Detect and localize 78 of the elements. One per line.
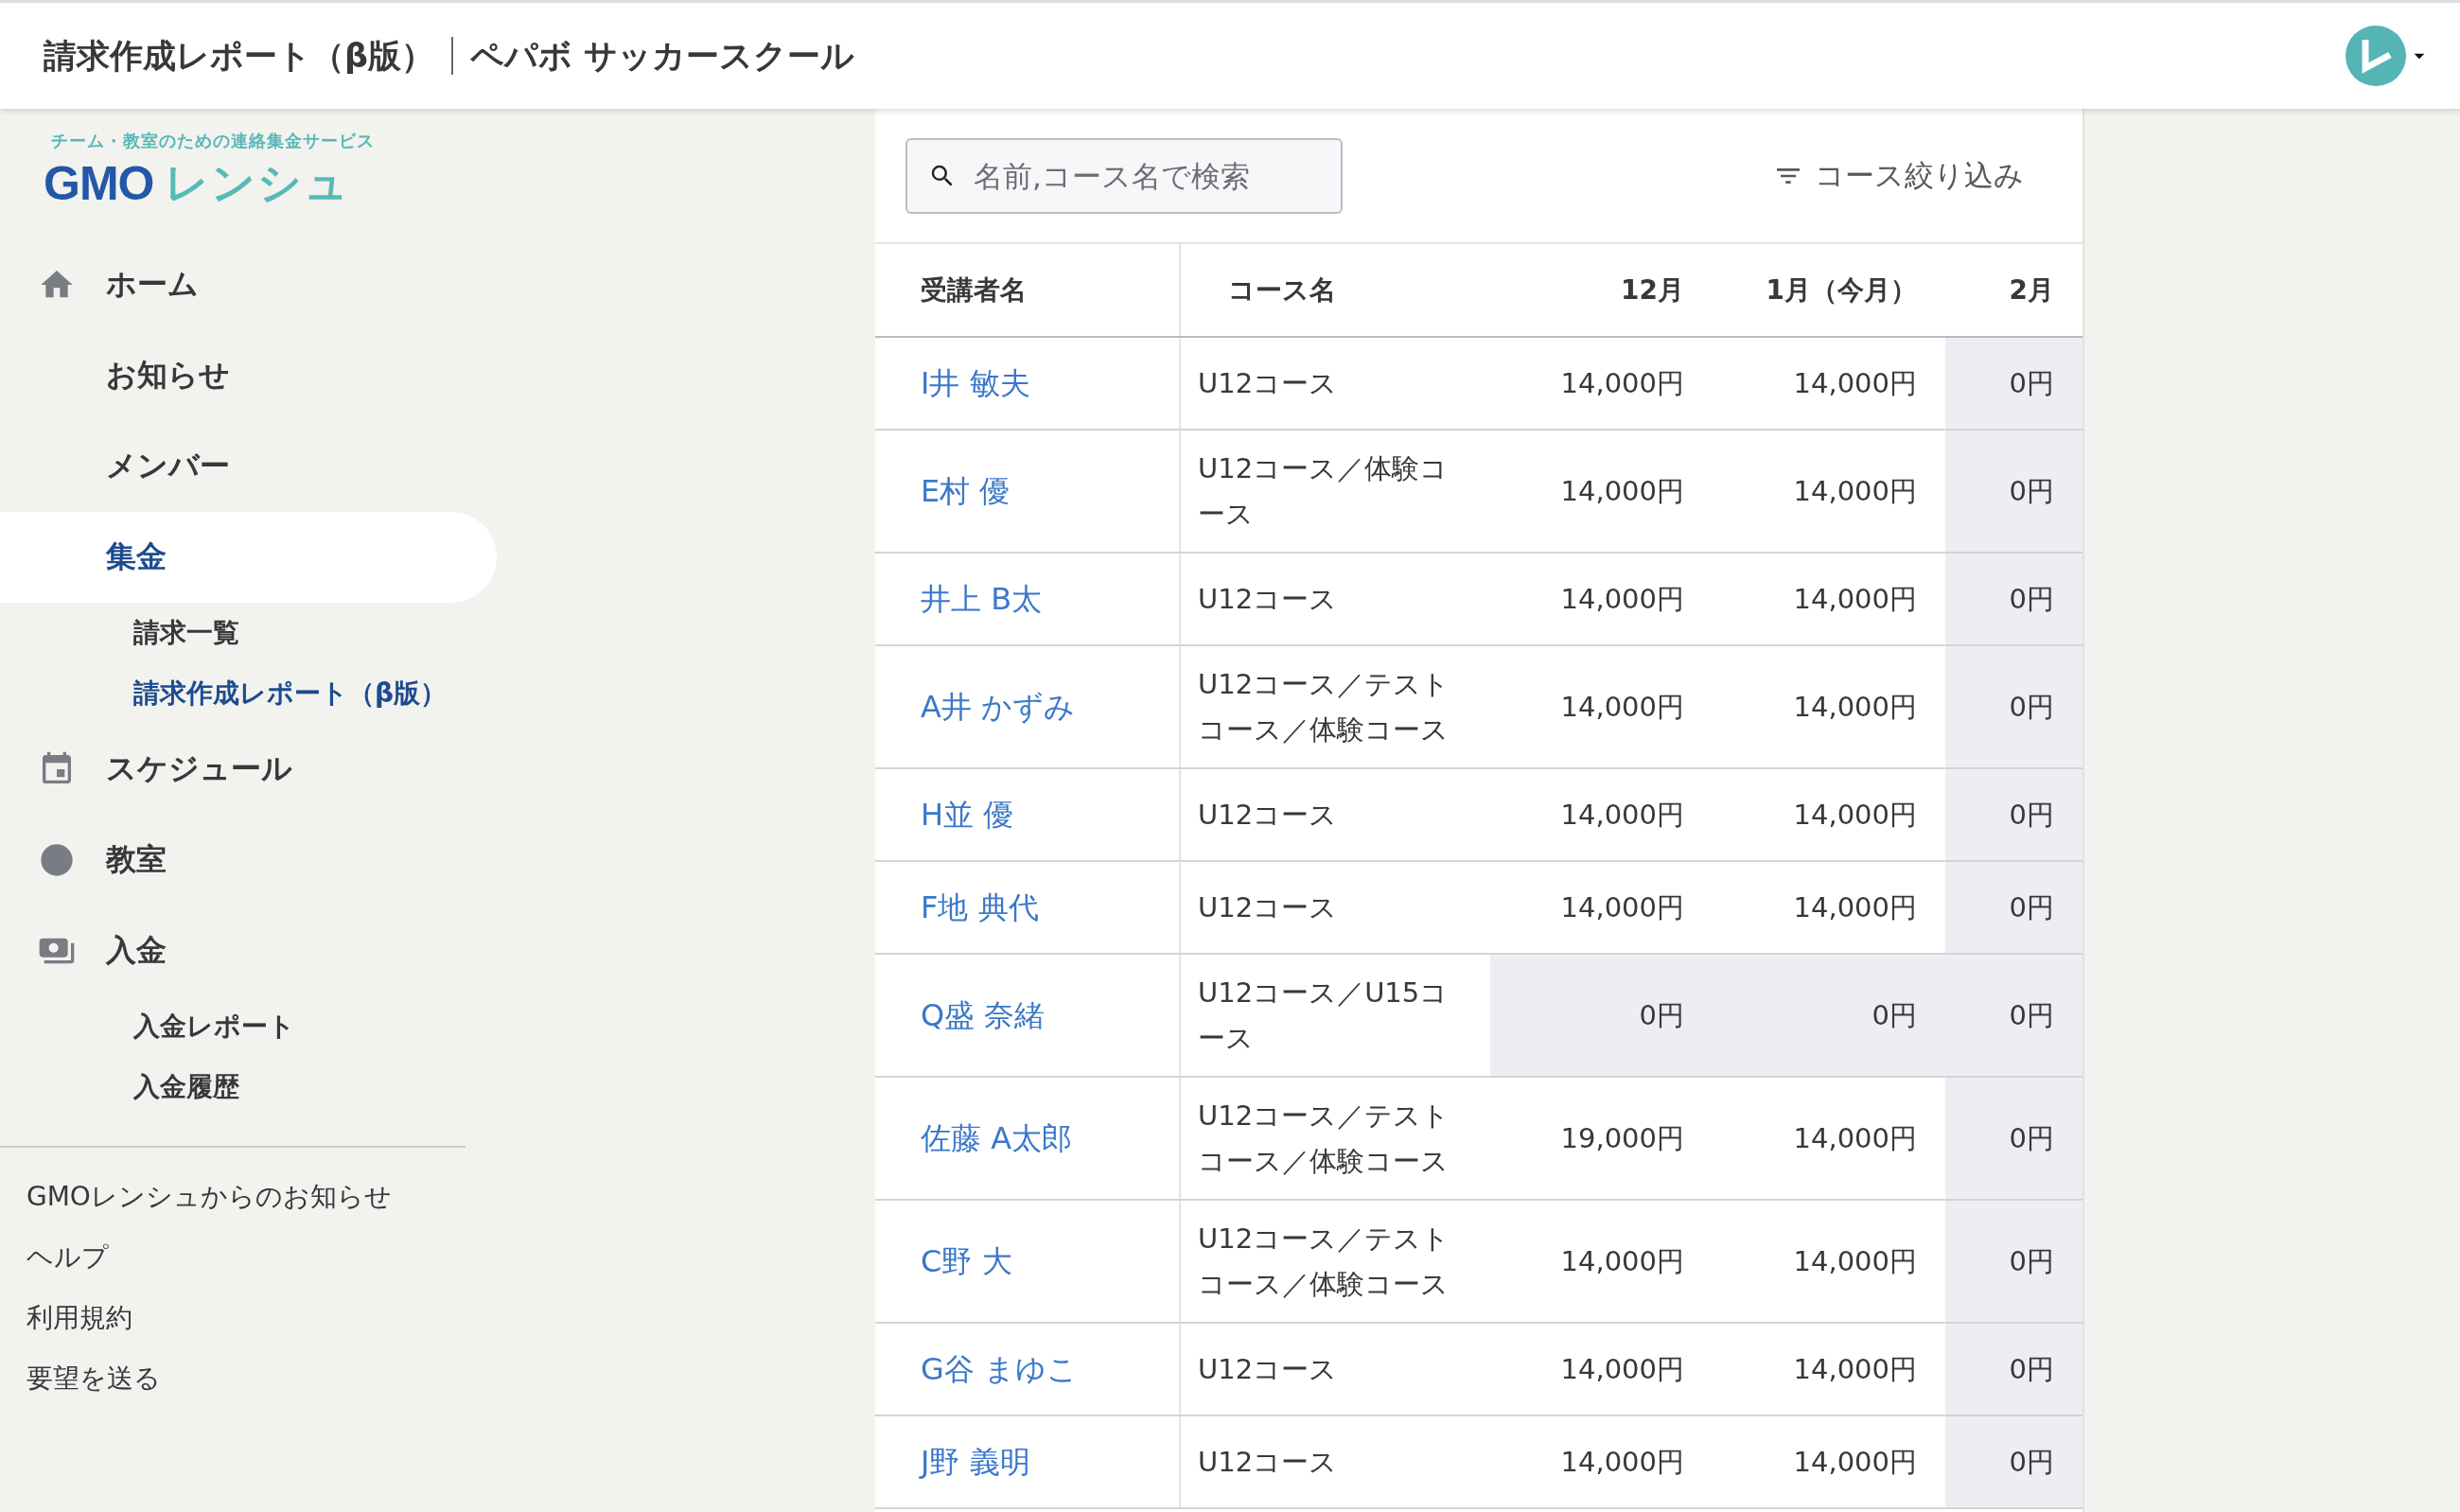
student-name-link[interactable]: C野 大 <box>921 1242 1012 1279</box>
amount-cell: 14,000円 <box>1490 430 1713 553</box>
page-title: 請求作成レポート（β版） <box>44 35 435 77</box>
amount-cell: 14,000円 <box>1713 553 1945 645</box>
nav-item[interactable]: メンバー <box>0 421 497 512</box>
search-field[interactable]: 名前,コース名で検索 <box>905 137 1343 214</box>
amount-cell: 19,000円 <box>1490 1077 1713 1200</box>
course-cell: U12コース <box>1180 768 1490 861</box>
student-name-link[interactable]: A井 かずみ <box>921 688 1076 725</box>
nav-subitem[interactable]: 入金履歴 <box>0 1057 875 1117</box>
nav-subitem[interactable]: 請求作成レポート（β版） <box>0 663 875 724</box>
logo-brand: GMO <box>44 156 154 211</box>
amount-cell: 14,000円 <box>1490 645 1713 768</box>
student-name-link[interactable]: 井上 B太 <box>921 580 1043 617</box>
nav-item[interactable]: 入金 <box>0 905 497 996</box>
student-name-link[interactable]: J野 義明 <box>921 1443 1030 1480</box>
course-cell: U12コース <box>1180 337 1490 430</box>
amount-cell: 14,000円 <box>1490 768 1713 861</box>
footer-link[interactable]: 利用規約 <box>0 1288 875 1348</box>
student-name-link[interactable]: I井 敏夫 <box>921 364 1030 401</box>
amount-cell: 0円 <box>1713 954 1945 1077</box>
amount-cell: 0円 <box>1945 954 2082 1077</box>
amount-cell: 14,000円 <box>1713 430 1945 553</box>
student-name-link[interactable]: Q盛 奈緒 <box>921 996 1046 1033</box>
nav-item[interactable]: ホーム <box>0 239 497 330</box>
amount-cell: 14,000円 <box>1713 337 1945 430</box>
amount-cell: 0円 <box>1945 337 2082 430</box>
amount-cell: 14,000円 <box>1713 1077 1945 1200</box>
course-cell: U12コース／U15コース <box>1180 954 1490 1077</box>
course-cell: U12コース／テストコース／体験コース <box>1180 1200 1490 1323</box>
course-cell: U12コース／テストコース／体験コース <box>1180 645 1490 768</box>
student-name-link[interactable]: E村 優 <box>921 472 1010 509</box>
course-cell: U12コース／体験コース <box>1180 430 1490 553</box>
course-cell: U12コース <box>1180 861 1490 954</box>
logo-tagline: チーム・教室のための連絡集金サービス <box>50 130 376 152</box>
amount-cell: 0円 <box>1945 768 2082 861</box>
nav-item[interactable]: 教室 <box>0 815 497 905</box>
amount-cell: 0円 <box>1945 1323 2082 1415</box>
amount-cell: 14,000円 <box>1490 1323 1713 1415</box>
course-cell: U12コース／テストコース／体験コース <box>1180 1077 1490 1200</box>
amount-cell: 0円 <box>1945 430 2082 553</box>
student-name-link[interactable]: G谷 まゆこ <box>921 1350 1078 1387</box>
logo-product: レンシュ <box>165 156 351 210</box>
amount-cell: 14,000円 <box>1713 1415 1945 1508</box>
amount-cell: 0円 <box>1945 553 2082 645</box>
amount-cell: 0円 <box>1945 1415 2082 1508</box>
amount-cell: 14,000円 <box>1490 861 1713 954</box>
student-name-link[interactable]: 佐藤 A太郎 <box>921 1119 1073 1156</box>
course-filter-button[interactable]: コース絞り込み <box>1767 154 2030 197</box>
footer-link[interactable]: GMOレンシュからのお知らせ <box>0 1167 875 1227</box>
amount-cell: 0円 <box>1945 645 2082 768</box>
amount-cell: 0円 <box>1490 954 1713 1077</box>
student-name-link[interactable]: H並 優 <box>921 796 1014 833</box>
amount-cell: 14,000円 <box>1490 1415 1713 1508</box>
footer-link[interactable]: 要望を送る <box>0 1348 875 1409</box>
nav-item[interactable]: 集金 <box>0 512 497 603</box>
amount-cell: 0円 <box>1945 1077 2082 1200</box>
nav-item[interactable]: スケジュール <box>0 724 497 815</box>
amount-cell: 0円 <box>1945 861 2082 954</box>
nav-subitem[interactable]: 請求一覧 <box>0 603 875 663</box>
amount-cell: 0円 <box>1945 1200 2082 1323</box>
amount-cell: 14,000円 <box>1490 553 1713 645</box>
nav-subitem[interactable]: 入金レポート <box>0 996 875 1057</box>
amount-cell: 14,000円 <box>1490 1200 1713 1323</box>
amount-cell: 14,000円 <box>1490 337 1713 430</box>
nav-item[interactable]: お知らせ <box>0 330 497 421</box>
student-name-link[interactable]: F地 典代 <box>921 888 1039 925</box>
amount-cell: 14,000円 <box>1713 861 1945 954</box>
circle-icon <box>38 841 76 879</box>
amount-cell: 14,000円 <box>1713 1323 1945 1415</box>
amount-cell: 14,000円 <box>1713 768 1945 861</box>
course-cell: U12コース <box>1180 1323 1490 1415</box>
course-cell: U12コース <box>1180 1415 1490 1508</box>
footer-link[interactable]: ヘルプ <box>0 1227 875 1288</box>
amount-cell: 14,000円 <box>1713 645 1945 768</box>
course-cell: U12コース <box>1180 553 1490 645</box>
amount-cell: 14,000円 <box>1713 1200 1945 1323</box>
team-name: ペパボ サッカースクール <box>470 35 855 77</box>
